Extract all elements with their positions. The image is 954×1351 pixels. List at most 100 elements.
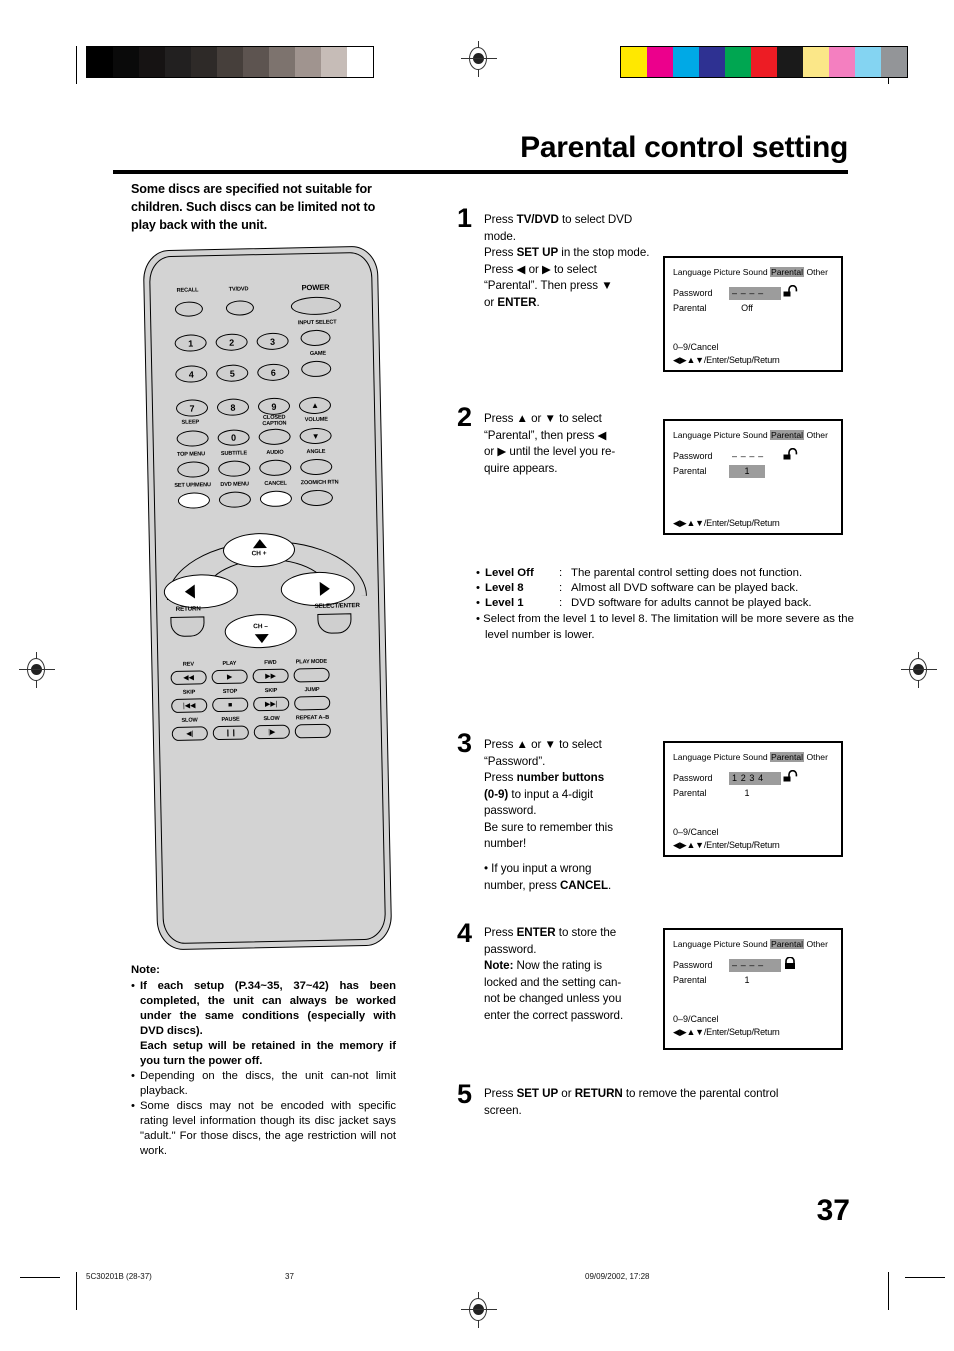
osd-tab-bar: Language Picture Sound Parental Other (673, 430, 828, 440)
padlock-closed-icon (782, 956, 798, 971)
remote-button-skip[interactable]: |◀◀ (171, 698, 208, 714)
remote-key-label-8: 8 (230, 402, 236, 413)
remote-label-game: GAME (309, 350, 327, 358)
remote-button-rev[interactable]: ◀◀ (170, 670, 207, 686)
calibration-swatch-8 (295, 47, 321, 77)
osd-tab-parental[interactable]: Parental (770, 939, 805, 949)
remote-button-nav-left[interactable] (163, 573, 239, 610)
step-number-1: 1 (457, 203, 473, 233)
remote-button-jump[interactable] (294, 695, 331, 711)
remote-key-label-5: 5 (229, 368, 235, 379)
calibration-swatch-5 (751, 47, 777, 77)
osd-tab-parental[interactable]: Parental (770, 267, 805, 277)
note-item: Each setup will be retained in the memor… (131, 1039, 396, 1069)
note-item: • If each setup (P.34~35, 37~42) has been… (131, 979, 396, 1039)
footer-doc-code: 5C30201B (28-37) (86, 1272, 152, 1281)
calibration-swatch-0 (87, 47, 113, 77)
calibration-swatch-8 (829, 47, 855, 77)
step-line: Press ◀ or ▶ to select (484, 262, 597, 276)
remote-button-play[interactable]: ▶ (211, 669, 248, 685)
remote-button-select-enter[interactable] (317, 613, 352, 634)
navigation-cluster: CH + CH – RETURN SELECT/ENTER (150, 527, 385, 652)
osd-tab-sound[interactable]: Sound (743, 939, 768, 949)
osd-tab-sound[interactable]: Sound (743, 430, 768, 440)
remote-button-repeat-a-b[interactable] (294, 723, 331, 739)
title-divider (113, 170, 848, 174)
osd-tab-other[interactable]: Other (806, 939, 828, 949)
osd-footer-navigation: ◀▶▲▼/Enter/Setup/Return (673, 355, 780, 365)
note-heading: Note: (131, 964, 160, 976)
osd-tab-sound[interactable]: Sound (743, 267, 768, 277)
osd-tab-language[interactable]: Language (673, 267, 711, 277)
step-text-2: Press ▲ or ▼ to select “Parental”, then p… (484, 411, 652, 477)
remote-button-skip[interactable]: ▶▶| (253, 696, 290, 712)
remote-button-pause[interactable]: ❙❙ (212, 725, 249, 741)
remote-key-label-0: 0 (231, 432, 237, 443)
footer-page: 37 (285, 1272, 294, 1281)
osd-row-label-parental: Parental (673, 975, 707, 985)
step-line: screen. (484, 1103, 522, 1117)
osd-tab-picture[interactable]: Picture (714, 267, 741, 277)
calibration-swatch-3 (699, 47, 725, 77)
osd-password-value: – – – – (732, 451, 764, 461)
nav-right-icon (319, 581, 330, 596)
level-colon: : (559, 567, 563, 579)
calibration-swatch-1 (647, 47, 673, 77)
remote-button-fwd[interactable]: ▶▶ (252, 668, 289, 684)
osd-tab-picture[interactable]: Picture (714, 430, 741, 440)
osd-tab-other[interactable]: Other (806, 752, 828, 762)
remote-label-sleep: SLEEP (181, 419, 200, 426)
remote-button-nav-right[interactable] (280, 571, 356, 607)
remote-label-slow: SLOW (181, 717, 198, 724)
page-number: 37 (816, 1194, 850, 1227)
step-line: (0-9) to input a 4-digit (484, 787, 594, 801)
remote-label-repeat-a-b: REPEAT A–B (295, 714, 330, 722)
step-line: “Password”. (484, 754, 546, 768)
level-bullet: • (476, 582, 480, 595)
level-name: Level 8 (485, 582, 524, 595)
crop-mark-left (76, 46, 77, 84)
osd-tab-other[interactable]: Other (806, 430, 828, 440)
note-text: Some discs may not be encoded with speci… (140, 1100, 396, 1158)
remote-button-stop[interactable]: ■ (212, 697, 249, 713)
osd-tab-picture[interactable]: Picture (714, 939, 741, 949)
remote-label-rev: REV (182, 661, 194, 668)
osd-tab-parental[interactable]: Parental (770, 430, 805, 440)
remote-label-play: PLAY (222, 660, 237, 667)
level-name: Level 1 (485, 597, 524, 610)
remote-label-jump: JUMP (304, 686, 320, 694)
remote-button-return[interactable] (170, 616, 205, 638)
remote-key-label-1: 1 (188, 338, 194, 349)
grayscale-calibration-bar (86, 46, 374, 78)
osd-tab-language[interactable]: Language (673, 939, 711, 949)
osd-tab-picture[interactable]: Picture (714, 752, 741, 762)
step-line: locked and the setting can- (484, 975, 622, 989)
osd-password-value: 1 2 3 4 (732, 773, 764, 783)
osd-tab-parental[interactable]: Parental (770, 752, 805, 762)
remote-key-label-2: 2 (229, 337, 235, 348)
osd-tab-other[interactable]: Other (806, 267, 828, 277)
osd-tab-language[interactable]: Language (673, 752, 711, 762)
osd-footer-keys: 0–9/Cancel (673, 827, 719, 837)
note-item: • Some discs may not be encoded with spec… (131, 1099, 396, 1159)
level-row: • Level 1: DVD software for adults cannot … (476, 596, 856, 611)
remote-button-play-mode[interactable] (293, 667, 330, 683)
remote-label-tvdvd: TV/DVD (228, 286, 249, 293)
osd-tab-language[interactable]: Language (673, 430, 711, 440)
step-line: not be changed unless you (484, 992, 622, 1006)
remote-button-slow[interactable]: |▶ (253, 724, 290, 740)
osd-tab-sound[interactable]: Sound (743, 752, 768, 762)
level-description-list: • Level Off: The parental control setting … (476, 566, 856, 643)
remote-button-channel-down[interactable]: CH – (224, 613, 298, 649)
osd-screen-step-3: Language Picture Sound Parental Other Pas… (663, 741, 843, 857)
step-number-2: 2 (457, 402, 473, 432)
remote-label-fwd: FWD (264, 659, 277, 667)
level-colon: : (559, 597, 563, 610)
crop-mark-mid-right (905, 1277, 945, 1278)
osd-row-label-parental: Parental (673, 466, 707, 476)
transport-section: REV ◀◀ PLAY ▶ FWD ▶▶ PLAY MODE SKIP |◀◀ STOP ■ SKIP… (144, 247, 377, 742)
level-description: Almost all DVD software can be played ba… (571, 582, 799, 595)
calibration-swatch-4 (725, 47, 751, 77)
remote-button-slow[interactable]: ◀| (171, 726, 208, 742)
